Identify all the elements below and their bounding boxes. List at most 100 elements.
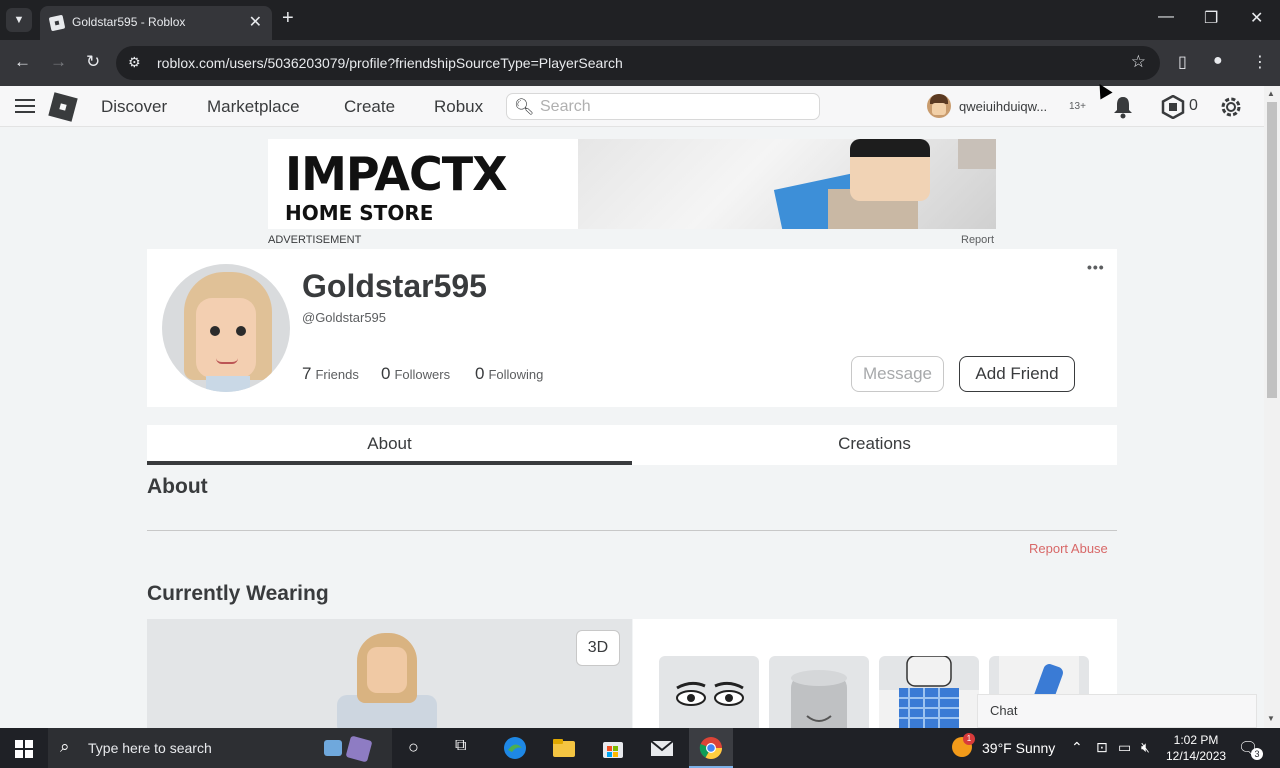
avatar-3d-viewer[interactable]: 3D [147,619,632,728]
wearing-item-face[interactable] [659,656,759,736]
taskbar-search-placeholder: Type here to search [88,740,212,756]
task-view-icon[interactable]: ⧉ [455,737,466,755]
wearing-item-head[interactable] [769,656,869,736]
search-highlight-icon [324,736,372,762]
clock-date: 12/14/2023 [1166,749,1227,763]
volume-muted-icon[interactable]: 🔇︎ [1141,739,1150,756]
profile-username: @Goldstar595 [302,310,387,325]
forward-icon[interactable]: → [50,52,67,72]
new-tab-icon[interactable]: + [282,7,294,30]
tab-creations[interactable]: Creations [632,425,1117,465]
toggle-3d-button[interactable]: 3D [576,630,620,666]
windows-start-icon[interactable] [15,740,33,758]
advertisement-banner[interactable]: IMPACTX HOME STORE [268,139,996,229]
side-panel-icon[interactable]: ▯ [1178,52,1187,72]
reload-icon[interactable]: ↻ [86,52,100,72]
clock-time: 1:02 PM [1173,733,1219,747]
friends-stat[interactable]: 7 Friends [302,364,359,384]
avatar-mouth [216,358,238,364]
page-scrollbar[interactable]: ▲ ▼ [1264,86,1280,728]
ad-report-link[interactable]: Report [961,234,994,246]
browser-tab-bar: ▼ Goldstar595 - Roblox ✕ + — ❐ ✕ [0,0,1280,40]
username-link[interactable]: qweiuihduiqw... [959,99,1047,114]
report-abuse-link[interactable]: Report Abuse [1029,541,1108,556]
avatar-face [196,298,256,378]
menu-dots-icon[interactable]: ⋮ [1252,52,1268,72]
nav-marketplace[interactable]: Marketplace [207,97,300,117]
site-info-icon[interactable]: ⚙ [128,54,141,71]
taskbar-search-input[interactable]: ⌕ Type here to search [48,728,392,768]
windows-taskbar: ⌕ Type here to search ○ ⧉ 1 39°F Sunny ⌃ [0,728,1280,768]
minimize-icon[interactable]: — [1158,8,1174,26]
search-icon: 🔍︎ [514,99,535,116]
settings-gear-icon[interactable] [1218,94,1244,120]
head-item-icon [791,670,847,736]
nav-robux[interactable]: Robux [434,97,483,117]
avatar-3d-face [367,647,407,693]
tray-chevron-icon[interactable]: ⌃ [1071,739,1083,756]
mail-icon[interactable] [649,736,675,760]
robux-balance[interactable]: 0 [1189,97,1198,115]
search-input[interactable]: 🔍︎ Search [506,93,820,120]
add-friend-button[interactable]: Add Friend [959,356,1075,392]
friends-count: 7 [302,364,312,383]
profile-icon[interactable]: ● [1213,52,1223,70]
tab-about[interactable]: About [147,425,632,465]
microsoft-store-icon[interactable] [600,736,626,760]
scroll-up-icon[interactable]: ▲ [1267,89,1275,98]
window-close-icon[interactable]: ✕ [1250,8,1263,28]
chrome-taskbar-button[interactable] [689,728,733,768]
roblox-favicon-icon [48,14,66,32]
nav-create[interactable]: Create [344,97,395,117]
url-text[interactable]: roblox.com/users/5036203079/profile?frie… [157,55,623,71]
following-count: 0 [475,364,485,383]
currently-wearing-heading: Currently Wearing [147,582,329,605]
cortana-icon[interactable]: ○ [408,737,419,758]
search-icon: ⌕ [60,737,70,756]
user-avatar[interactable] [927,94,951,118]
file-explorer-icon[interactable] [551,736,577,760]
followers-count: 0 [381,364,391,383]
more-options-icon[interactable]: ••• [1087,259,1105,275]
face-item-icon [676,681,744,706]
about-divider [147,530,1117,531]
followers-label: Followers [394,367,451,382]
avatar-eye [236,326,246,336]
robux-icon[interactable] [1161,95,1185,119]
following-stat[interactable]: 0 Following [475,364,543,384]
shirt-item-icon [879,656,979,736]
hamburger-menu-icon[interactable] [15,99,35,113]
browser-toolbar: ← → ↻ ⚙ roblox.com/users/5036203079/prof… [0,40,1280,86]
chrome-icon [699,737,722,759]
system-clock[interactable]: 1:02 PM 12/14/2023 [1166,732,1226,764]
search-placeholder: Search [540,98,591,115]
roblox-header: Discover Marketplace Create Robux 🔍︎ Sea… [0,86,1264,127]
notification-count: 3 [1251,748,1263,760]
profile-avatar[interactable] [162,264,290,392]
scroll-thumb[interactable] [1267,102,1277,398]
restore-icon[interactable]: ❐ [1204,8,1218,28]
tab-search-button[interactable]: ▼ [6,8,32,32]
nav-discover[interactable]: Discover [101,97,167,117]
profile-header-card: Goldstar595 @Goldstar595 7 Friends 0 Follo… [147,249,1117,407]
chat-label: Chat [990,703,1018,718]
network-icon[interactable]: ⊡ [1096,739,1108,756]
wearing-item-shirt[interactable] [879,656,979,736]
bookmark-star-icon[interactable]: ☆ [1131,52,1146,72]
browser-tab[interactable]: Goldstar595 - Roblox ✕ [40,6,272,40]
roblox-logo-icon[interactable] [48,92,78,122]
notification-bell-icon[interactable] [1112,95,1134,119]
friends-label: Friends [315,367,359,382]
about-heading: About [147,475,208,498]
back-icon[interactable]: ← [14,52,31,72]
display-icon[interactable]: ▭ [1118,739,1131,756]
following-label: Following [488,367,544,382]
chat-bar[interactable]: Chat [977,694,1257,728]
followers-stat[interactable]: 0 Followers [381,364,450,384]
address-bar[interactable]: ⚙ roblox.com/users/5036203079/profile?fr… [116,46,1160,80]
edge-icon[interactable] [502,736,528,760]
message-button[interactable]: Message [851,356,944,392]
weather-text[interactable]: 39°F Sunny [982,740,1055,756]
tab-close-icon[interactable]: ✕ [249,12,262,32]
scroll-down-icon[interactable]: ▼ [1267,714,1275,723]
